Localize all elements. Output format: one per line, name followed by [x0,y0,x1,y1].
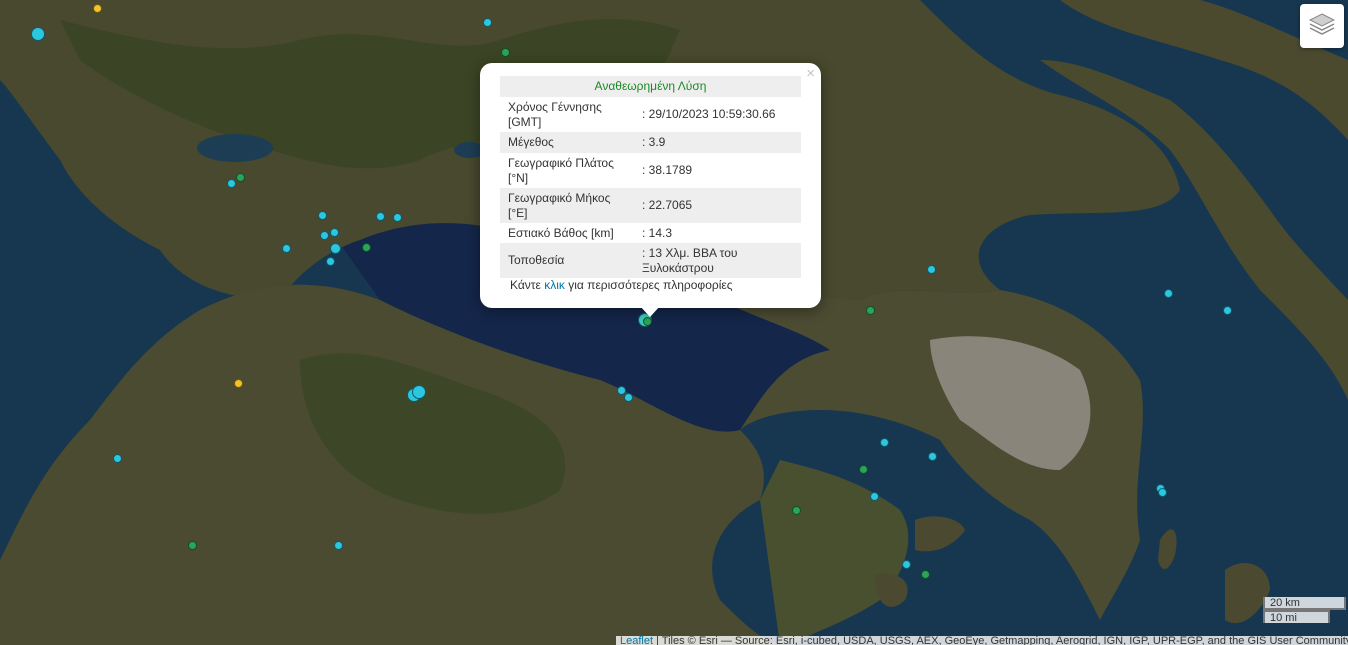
earthquake-marker[interactable] [792,506,801,515]
earthquake-marker[interactable] [330,243,341,254]
layers-control-button[interactable] [1300,4,1344,48]
earthquake-marker[interactable] [393,213,402,222]
earthquake-marker[interactable] [113,454,122,463]
scale-km: 20 km [1263,597,1346,610]
earthquake-marker[interactable] [870,492,879,501]
magnitude-value: : 3.9 [634,132,801,153]
close-icon[interactable]: × [806,65,815,82]
earthquake-info-table: Αναθεωρημένη Λύση Χρόνος Γέννησης [GMT] … [500,76,801,278]
scale-bar: 20 km 10 mi [1263,597,1346,624]
location-label: Τοποθεσία [500,243,634,278]
magnitude-label: Μέγεθος [500,132,634,153]
origin-time-value: : 29/10/2023 10:59:30.66 [642,107,776,121]
earthquake-marker[interactable] [859,465,868,474]
earthquake-marker[interactable] [1158,488,1167,497]
earthquake-popup: × Αναθεωρημένη Λύση Χρόνος Γέννησης [GMT… [480,63,821,317]
earthquake-marker[interactable] [236,173,245,182]
earthquake-marker[interactable] [188,541,197,550]
leaflet-link[interactable]: Leaflet [620,636,653,645]
more-info-text: Κάντε κλικ για περισσότερες πληροφορίες [510,278,733,292]
earthquake-marker[interactable] [227,179,236,188]
longitude-label: Γεωγραφικό Μήκος [°E] [500,188,634,223]
earthquake-marker[interactable] [376,212,385,221]
earthquake-marker[interactable] [1223,306,1232,315]
earthquake-marker[interactable] [318,211,327,220]
earthquake-marker[interactable] [921,570,930,579]
more-info-link[interactable]: κλικ [544,278,565,292]
longitude-value: : 22.7065 [634,188,801,223]
earthquake-marker[interactable] [483,18,492,27]
earthquake-marker[interactable] [326,257,335,266]
earthquake-marker[interactable] [330,228,339,237]
map-view[interactable]: × Αναθεωρημένη Λύση Χρόνος Γέννησης [GMT… [0,0,1348,645]
earthquake-marker[interactable] [624,393,633,402]
earthquake-marker[interactable] [927,265,936,274]
earthquake-marker[interactable] [866,306,875,315]
attribution-text: | Tiles © Esri — Source: Esri, i-cubed, … [653,636,1348,645]
popup-heading: Αναθεωρημένη Λύση [500,76,801,97]
earthquake-marker[interactable] [643,317,652,326]
depth-value: : 14.3 [642,225,673,240]
earthquake-marker[interactable] [31,27,45,41]
earthquake-marker[interactable] [234,379,243,388]
earthquake-marker[interactable] [362,243,371,252]
earthquake-marker[interactable] [93,4,102,13]
attribution: Leaflet | Tiles © Esri — Source: Esri, i… [616,636,1348,645]
earthquake-marker[interactable] [1164,289,1173,298]
origin-time-label: Χρόνος Γέννησης [GMT] [508,99,602,129]
earthquake-marker[interactable] [501,48,510,57]
layers-icon [1308,10,1336,43]
earthquake-marker[interactable] [928,452,937,461]
scale-mi: 10 mi [1263,610,1330,624]
earthquake-marker[interactable] [334,541,343,550]
latitude-value: : 38.1789 [642,163,693,177]
earthquake-marker[interactable] [880,438,889,447]
popup-tip [640,306,660,317]
earthquake-marker[interactable] [282,244,291,253]
latitude-label: Γεωγραφικό Πλάτος [°N] [508,155,614,185]
earthquake-marker[interactable] [320,231,329,240]
earthquake-marker[interactable] [902,560,911,569]
depth-label: Εστιακό Βάθος [km] [508,225,614,240]
location-value: : 13 Χλμ. ΒΒΑ του Ξυλοκάστρου [634,243,801,278]
earthquake-marker[interactable] [412,385,426,399]
